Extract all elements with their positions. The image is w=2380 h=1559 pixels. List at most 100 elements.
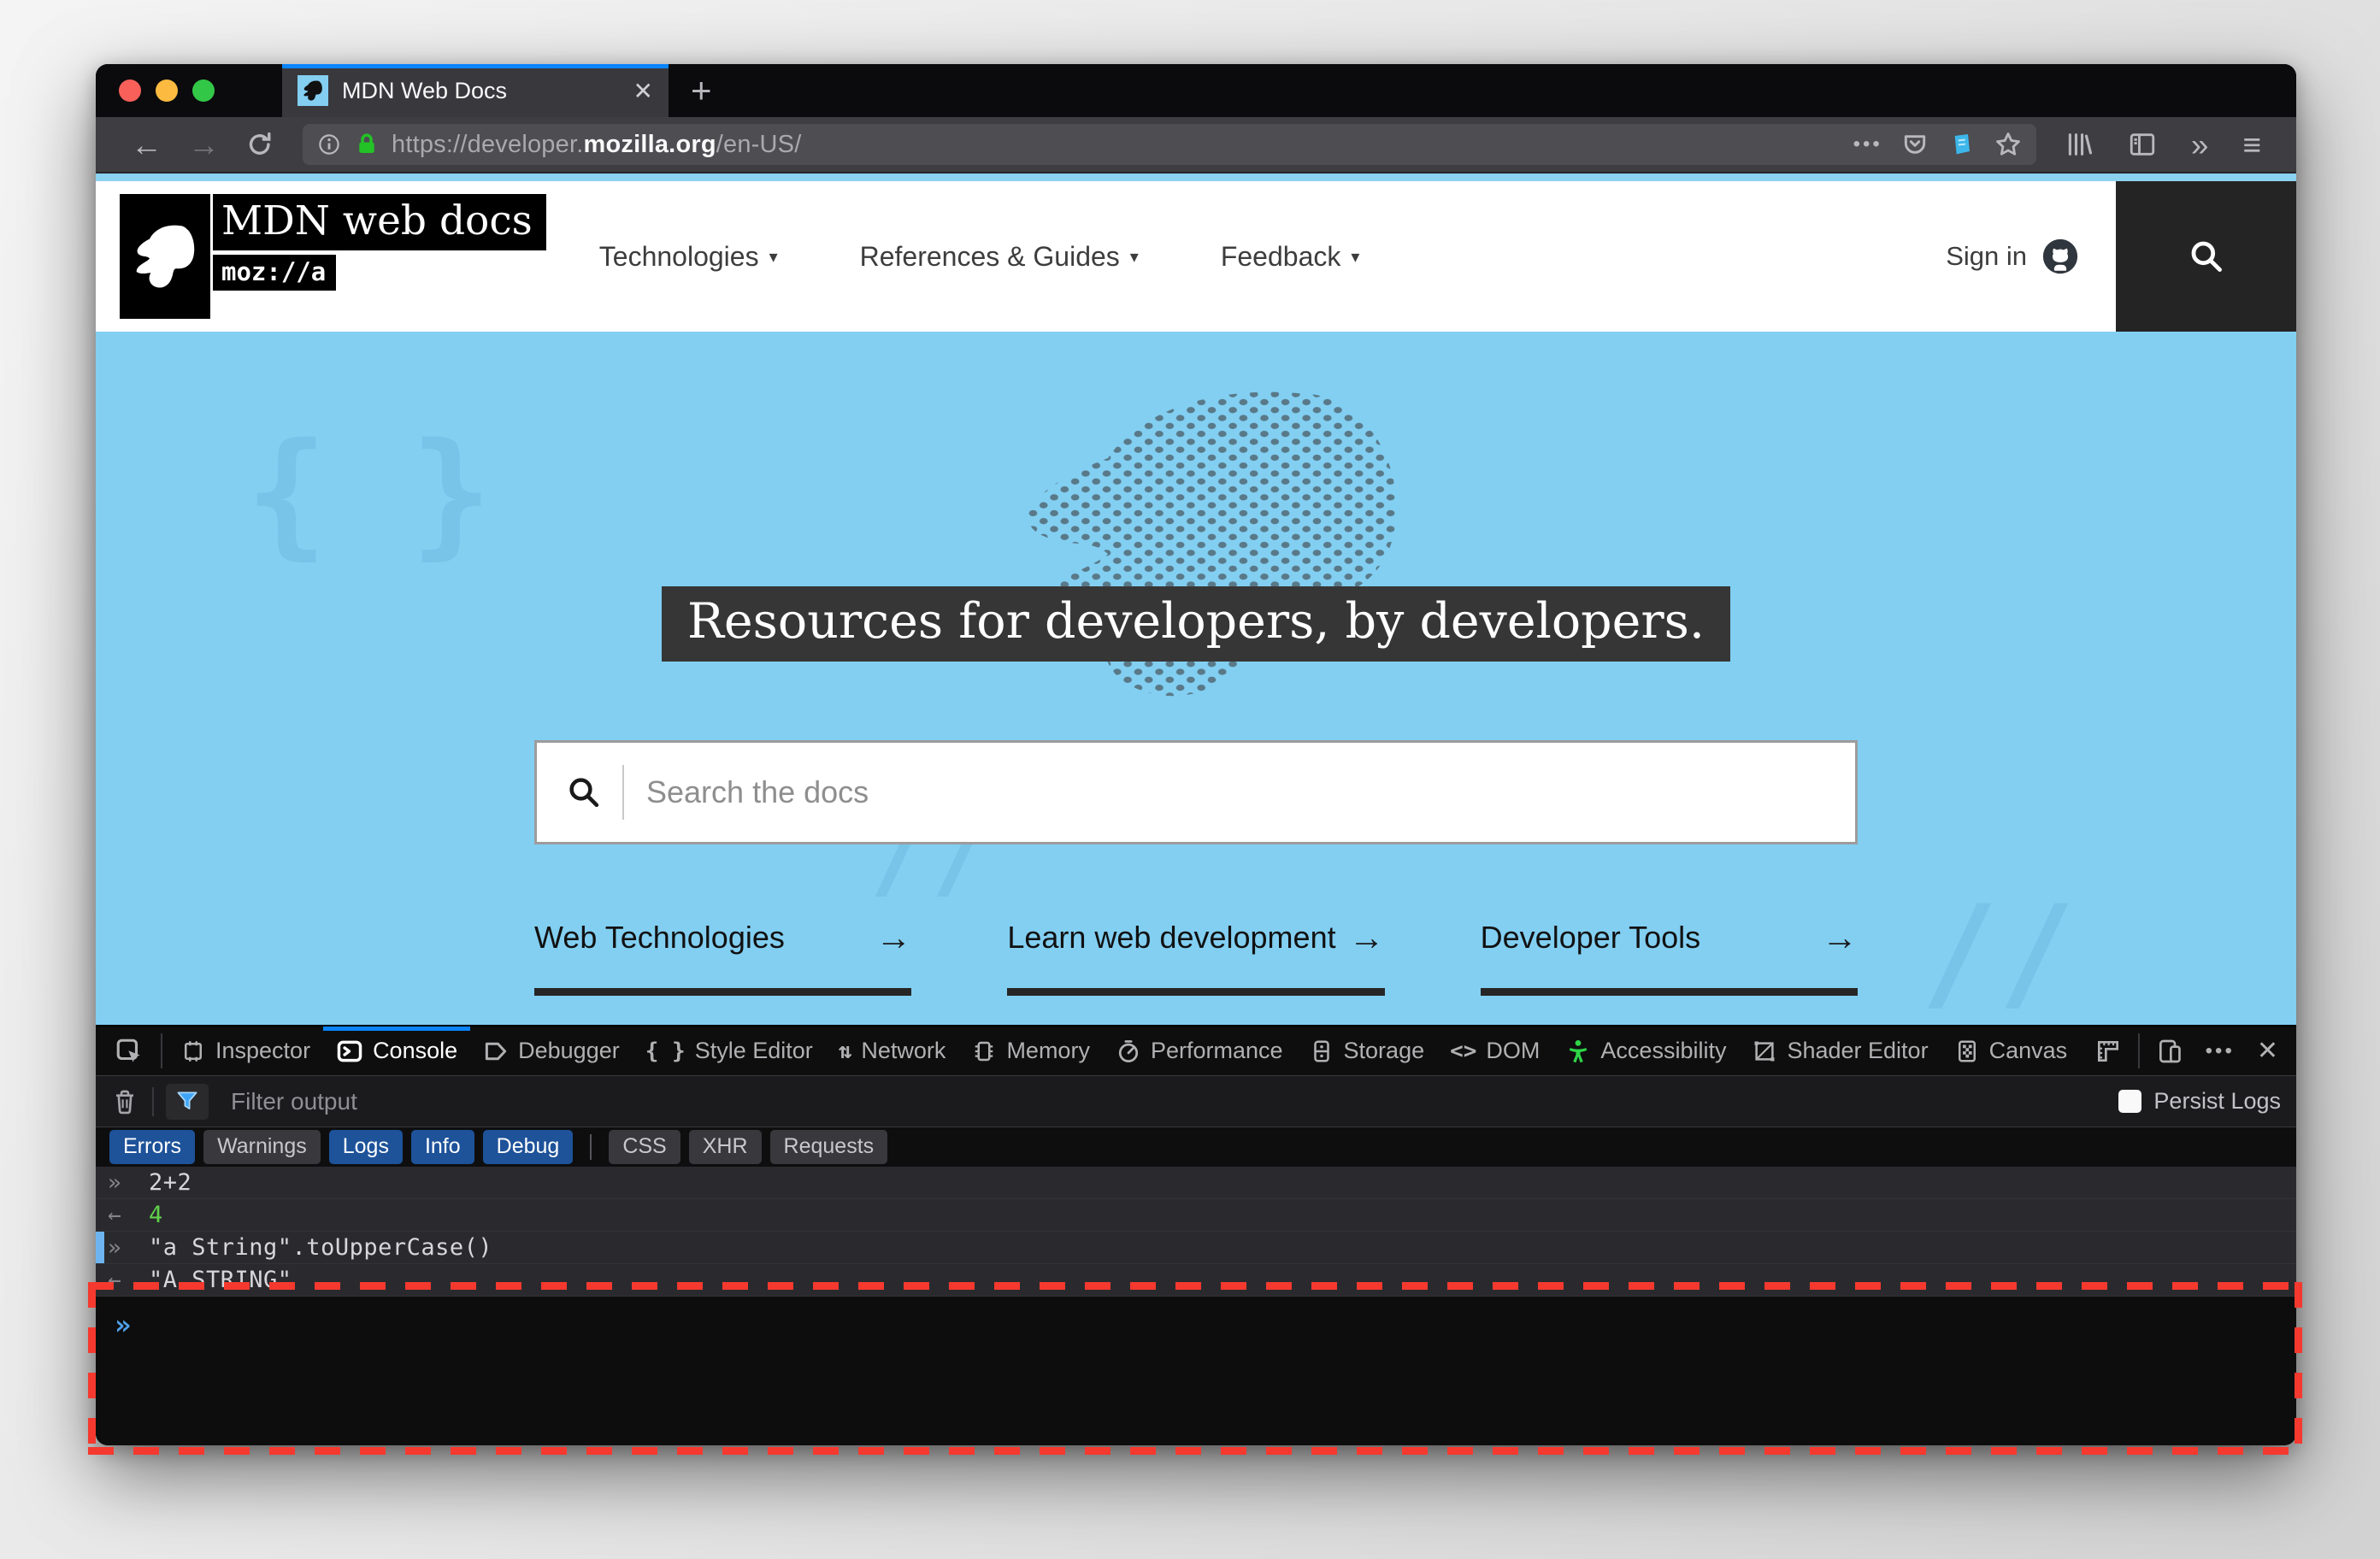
console-row-input[interactable]: » 2+2 (96, 1167, 2296, 1199)
console-output[interactable]: » 2+2 ← 4 » "a String".toUpperCase() ← "… (96, 1167, 2296, 1297)
reload-button[interactable] (233, 130, 287, 159)
url-bar[interactable]: https://developer.mozilla.org/en-US/ ••• (303, 124, 2036, 165)
nav-item-label: Technologies (598, 240, 759, 272)
devtools-tab-shader-editor[interactable]: Shader Editor (1739, 1027, 1941, 1075)
devtools-close-icon[interactable]: ✕ (2246, 1027, 2289, 1075)
link-learn-web-development[interactable]: Learn web development → (1007, 920, 1385, 996)
devtools-tab-canvas[interactable]: Canvas (1941, 1027, 2081, 1075)
library-icon[interactable] (2052, 130, 2106, 159)
devtools-tab-storage[interactable]: Storage (1296, 1027, 1438, 1075)
pocket-icon[interactable] (1901, 131, 1929, 158)
filter-info-button[interactable]: Info (410, 1130, 474, 1164)
tab-favicon-mdn-dino-icon (298, 75, 328, 106)
filter-requests-button[interactable]: Requests (769, 1130, 888, 1164)
screenshot-note-icon[interactable] (1947, 131, 1975, 158)
persist-logs-checkbox[interactable] (2118, 1090, 2142, 1113)
result-arrow-icon: ← (108, 1202, 121, 1228)
browser-window: MDN Web Docs ✕ + ← → https://developer.m… (96, 64, 2296, 1445)
console-input-area[interactable]: » (96, 1297, 2296, 1445)
search-icon (566, 774, 602, 810)
chevron-down-icon: ▾ (1351, 247, 1360, 267)
persist-logs-control: Persist Logs (2118, 1088, 2281, 1115)
filter-xhr-button[interactable]: XHR (688, 1130, 762, 1164)
tab-close-icon[interactable]: ✕ (633, 77, 653, 105)
tab-label: DOM (1486, 1038, 1541, 1063)
devtools-tab-dom[interactable]: <> DOM (1437, 1027, 1552, 1075)
nav-item-references-guides[interactable]: References & Guides ▾ (860, 241, 1139, 273)
devtools-toolbar: Inspector Console Debugger { } Style Edi… (96, 1027, 2296, 1076)
devtools-tab-network[interactable]: ⇅ Network (826, 1027, 959, 1075)
filter-logs-button[interactable]: Logs (328, 1130, 403, 1164)
window-controls (96, 64, 282, 117)
github-icon[interactable] (2041, 237, 2080, 276)
zoom-window-button[interactable] (192, 79, 215, 102)
devtools-toolbar-right: ••• ✕ (2083, 1027, 2289, 1075)
back-button[interactable]: ← (118, 129, 175, 161)
bookmark-star-icon[interactable] (1994, 130, 2023, 159)
docs-search-input[interactable] (646, 774, 1826, 810)
sidebar-icon[interactable] (2115, 130, 2170, 159)
url-prefix: https://developer. (392, 130, 584, 158)
nav-item-technologies[interactable]: Technologies ▾ (599, 241, 778, 273)
storage-icon (1309, 1038, 1334, 1064)
browser-tab-mdn[interactable]: MDN Web Docs ✕ (282, 64, 669, 117)
checkerboard-icon (1954, 1038, 1980, 1064)
link-developer-tools[interactable]: Developer Tools → (1480, 920, 1858, 996)
mdn-logo-text: MDN web docs moz://a (213, 194, 546, 291)
devtools-tab-inspector[interactable]: Inspector (168, 1027, 323, 1075)
filter-buttons-separator (590, 1134, 592, 1160)
link-label: Developer Tools (1480, 920, 1701, 955)
devtools-tab-accessibility[interactable]: Accessibility (1552, 1027, 1739, 1075)
accessibility-person-icon (1565, 1038, 1591, 1064)
braces-icon: { } (645, 1038, 686, 1064)
close-window-button[interactable] (119, 79, 141, 102)
url-text[interactable]: https://developer.mozilla.org/en-US/ (392, 131, 1841, 159)
site-info-icon[interactable] (316, 132, 342, 157)
filter-separator (152, 1086, 154, 1116)
highlight-edge (88, 1282, 96, 1455)
hero-title: Resources for developers, by developers. (662, 586, 1730, 662)
console-row-result[interactable]: ← "A STRING" (96, 1264, 2296, 1297)
forward-button[interactable]: → (175, 129, 233, 161)
devtools-tab-performance[interactable]: Performance (1103, 1027, 1296, 1075)
angle-brackets-icon: <> (1450, 1038, 1477, 1064)
nav-item-feedback[interactable]: Feedback ▾ (1221, 241, 1360, 273)
minimize-window-button[interactable] (156, 79, 178, 102)
navigation-toolbar: ← → https://developer.mozilla.org/en-US/… (96, 117, 2296, 174)
responsive-design-icon[interactable] (2145, 1027, 2194, 1075)
devtools-tab-memory[interactable]: Memory (958, 1027, 1103, 1075)
devtools-tab-debugger[interactable]: Debugger (470, 1027, 633, 1075)
overflow-chevrons-icon[interactable]: » (2178, 129, 2222, 161)
console-row-result[interactable]: ← 4 (96, 1199, 2296, 1232)
element-picker-icon[interactable] (103, 1027, 156, 1075)
measuring-ruler-icon[interactable] (2083, 1027, 2133, 1075)
tab-label: Network (861, 1038, 946, 1063)
devtools-tab-console[interactable]: Console (323, 1027, 470, 1075)
page-action-icons: ••• (1853, 130, 2023, 159)
devtools-tab-style-editor[interactable]: { } Style Editor (633, 1027, 826, 1075)
highlight-edge (88, 1447, 2302, 1455)
search-divider (622, 765, 624, 820)
mdn-dino-icon (120, 194, 210, 319)
sign-in-link[interactable]: Sign in (1946, 241, 2027, 272)
filter-warnings-button[interactable]: Warnings (203, 1130, 321, 1164)
mdn-logo[interactable]: MDN web docs moz://a (120, 194, 546, 319)
link-web-technologies[interactable]: Web Technologies → (534, 920, 912, 996)
hero-search-box[interactable] (534, 740, 1858, 844)
filter-funnel-icon[interactable] (166, 1083, 209, 1120)
filter-errors-button[interactable]: Errors (109, 1130, 196, 1164)
stopwatch-icon (1116, 1038, 1141, 1064)
console-result: "A STRING" (149, 1267, 292, 1293)
filter-css-button[interactable]: CSS (609, 1130, 680, 1164)
filter-output-input[interactable]: Filter output (231, 1088, 357, 1115)
https-lock-icon[interactable] (354, 132, 380, 157)
devtools-options-icon[interactable]: ••• (2194, 1027, 2246, 1075)
memory-chip-icon (971, 1038, 997, 1064)
new-tab-button[interactable]: + (669, 64, 734, 117)
header-search-button[interactable] (2116, 181, 2296, 332)
console-row-input[interactable]: » "a String".toUpperCase() (96, 1232, 2296, 1264)
page-actions-icon[interactable]: ••• (1853, 132, 1882, 156)
hamburger-menu-icon[interactable]: ≡ (2230, 129, 2274, 161)
filter-debug-button[interactable]: Debug (482, 1130, 574, 1164)
clear-console-trash-icon[interactable] (111, 1088, 138, 1115)
